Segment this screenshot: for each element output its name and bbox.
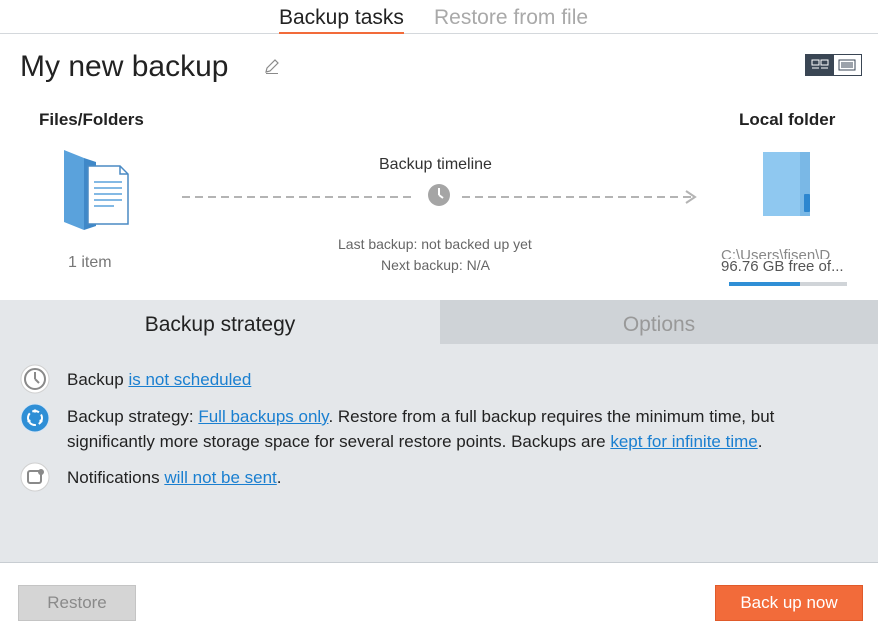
tab-backup-tasks[interactable]: Backup tasks — [279, 5, 404, 34]
destination-heading: Local folder — [739, 110, 836, 129]
notifications-link[interactable]: will not be sent — [164, 468, 276, 487]
strategy-cycle-icon — [20, 403, 50, 433]
schedule-link[interactable]: is not scheduled — [128, 370, 251, 389]
source-heading: Files/Folders — [39, 110, 144, 129]
timeline-label: Backup timeline — [379, 156, 492, 173]
notifications-prefix: Notifications — [67, 468, 165, 487]
destination-path: C:\Users\fisen\D — [721, 247, 831, 259]
local-folder-icon[interactable] — [760, 150, 816, 220]
tab-restore-from-file[interactable]: Restore from file — [434, 5, 588, 31]
notification-icon — [20, 462, 50, 492]
schedule-row: Backup is not scheduled — [20, 364, 251, 394]
pencil-icon[interactable] — [263, 57, 281, 75]
strategy-suffix: . — [757, 432, 763, 451]
notifications-row: Notifications will not be sent. — [20, 462, 282, 492]
storage-usage-bar — [729, 282, 847, 286]
schedule-prefix: Backup — [67, 370, 129, 389]
tab-backup-strategy[interactable]: Backup strategy — [0, 300, 440, 344]
notifications-suffix: . — [276, 468, 282, 487]
retention-link[interactable]: kept for infinite time — [610, 432, 757, 451]
full-backups-link[interactable]: Full backups only — [198, 407, 328, 426]
last-backup-status: Last backup: not backed up yet — [338, 236, 532, 252]
top-tab-bar: Backup tasks Restore from file — [0, 0, 878, 34]
schedule-clock-icon — [20, 364, 50, 394]
clock-icon — [427, 183, 451, 207]
tab-options[interactable]: Options — [440, 300, 878, 344]
destination-free-space: 96.76 GB free of... — [721, 258, 844, 275]
view-toggle[interactable] — [805, 54, 862, 76]
restore-button[interactable]: Restore — [18, 585, 136, 621]
source-item-count: 1 item — [68, 254, 112, 271]
backup-title: My new backup — [20, 50, 229, 83]
files-folders-icon[interactable] — [62, 148, 132, 232]
strategy-row: Backup strategy: Full backups only. Rest… — [20, 403, 840, 454]
back-up-now-button[interactable]: Back up now — [715, 585, 863, 621]
grid-view-icon[interactable] — [806, 55, 834, 75]
list-view-icon[interactable] — [834, 55, 862, 75]
strategy-prefix: Backup strategy: — [67, 407, 199, 426]
next-backup-status: Next backup: N/A — [381, 257, 490, 273]
storage-usage-fill — [729, 282, 800, 286]
